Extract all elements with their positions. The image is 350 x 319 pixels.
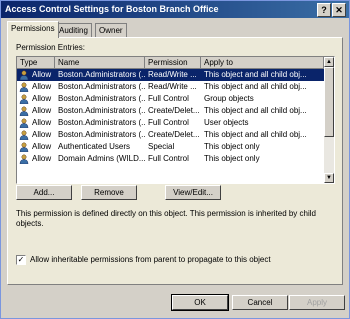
add-button[interactable]: Add... bbox=[16, 185, 72, 200]
cell-type: Allow bbox=[32, 154, 52, 163]
cell-apply-to: This object and all child obj... bbox=[204, 106, 307, 115]
window-title: Access Control Settings for Boston Branc… bbox=[5, 4, 219, 14]
cell-apply-to: This object and all child obj... bbox=[204, 70, 307, 79]
permissions-panel: Permission Entries: Type Name Permission… bbox=[7, 37, 343, 285]
cell-name: Domain Admins (WILD... bbox=[58, 154, 145, 163]
apply-button[interactable]: Apply bbox=[289, 295, 345, 310]
ok-button[interactable]: OK bbox=[171, 294, 229, 311]
cell-type: Allow bbox=[32, 82, 52, 91]
table-row[interactable]: Allow Boston.Administrators (... Read/Writ… bbox=[17, 81, 324, 93]
cell-name: Boston.Administrators (... bbox=[58, 118, 145, 127]
table-row[interactable]: Allow Boston.Administrators (... Create/De… bbox=[17, 105, 324, 117]
cell-type: Allow bbox=[32, 70, 52, 79]
close-button[interactable]: ✕ bbox=[332, 3, 346, 17]
cell-permission: Full Control bbox=[148, 94, 189, 103]
user-icon bbox=[19, 154, 29, 164]
cell-type: Allow bbox=[32, 130, 52, 139]
scroll-up-icon[interactable]: ▲ bbox=[324, 57, 334, 67]
cell-name: Boston.Administrators (... bbox=[58, 130, 145, 139]
table-row[interactable]: Allow Boston.Administrators (... Create/De… bbox=[17, 129, 324, 141]
view-edit-button[interactable]: View/Edit... bbox=[165, 185, 221, 200]
cell-permission: Full Control bbox=[148, 118, 189, 127]
cell-apply-to: This object and all child obj... bbox=[204, 82, 307, 91]
user-icon bbox=[19, 70, 29, 80]
column-header-type[interactable]: Type bbox=[17, 57, 55, 68]
cancel-button[interactable]: Cancel bbox=[232, 295, 288, 310]
cell-apply-to: This object only bbox=[204, 142, 260, 151]
user-icon bbox=[19, 106, 29, 116]
inherit-checkbox[interactable]: ✓ bbox=[16, 255, 26, 265]
title-bar: Access Control Settings for Boston Branc… bbox=[1, 1, 349, 18]
column-header-name[interactable]: Name bbox=[55, 57, 145, 68]
cell-type: Allow bbox=[32, 118, 52, 127]
cell-permission: Create/Delet... bbox=[148, 106, 200, 115]
table-row[interactable]: Allow Boston.Administrators (... Full Cont… bbox=[17, 117, 324, 129]
table-row[interactable]: Allow Boston.Administrators (... Full Cont… bbox=[17, 93, 324, 105]
cell-type: Allow bbox=[32, 94, 52, 103]
column-header-apply-to[interactable]: Apply to bbox=[201, 57, 324, 68]
permission-entries-label: Permission Entries: bbox=[16, 43, 85, 52]
scroll-thumb[interactable] bbox=[324, 67, 334, 137]
tab-owner[interactable]: Owner bbox=[95, 23, 127, 37]
cell-type: Allow bbox=[32, 142, 52, 151]
tab-auditing[interactable]: Auditing bbox=[55, 23, 92, 37]
column-header-permission[interactable]: Permission bbox=[145, 57, 201, 68]
tab-permissions[interactable]: Permissions bbox=[7, 21, 59, 38]
cell-name: Authenticated Users bbox=[58, 142, 131, 151]
user-icon bbox=[19, 82, 29, 92]
inherit-checkbox-label[interactable]: Allow inheritable permissions from paren… bbox=[30, 255, 271, 264]
permission-entries-list[interactable]: Type Name Permission Apply to Allow Bosto… bbox=[16, 56, 335, 184]
cell-permission: Read/Write ... bbox=[148, 82, 197, 91]
cell-permission: Special bbox=[148, 142, 175, 151]
remove-button[interactable]: Remove bbox=[81, 185, 137, 200]
cell-apply-to: This object only bbox=[204, 154, 260, 163]
table-row[interactable]: Allow Boston.Administrators (... Read/Writ… bbox=[17, 69, 324, 81]
cell-apply-to: This object and all child obj... bbox=[204, 130, 307, 139]
cell-name: Boston.Administrators (... bbox=[58, 94, 145, 103]
table-row[interactable]: Allow Domain Admins (WILD... Full Control T… bbox=[17, 153, 324, 165]
list-header: Type Name Permission Apply to bbox=[17, 57, 324, 69]
access-control-dialog: Access Control Settings for Boston Branc… bbox=[0, 0, 350, 319]
cell-permission: Create/Delet... bbox=[148, 130, 200, 139]
vertical-scrollbar[interactable]: ▲ ▼ bbox=[324, 57, 334, 183]
user-icon bbox=[19, 142, 29, 152]
cell-apply-to: Group objects bbox=[204, 94, 254, 103]
user-icon bbox=[19, 118, 29, 128]
cell-permission: Read/Write ... bbox=[148, 70, 197, 79]
checkmark-icon: ✓ bbox=[17, 255, 25, 264]
cell-name: Boston.Administrators (... bbox=[58, 82, 145, 91]
help-button[interactable]: ? bbox=[317, 3, 331, 17]
info-text: This permission is defined directly on t… bbox=[16, 209, 316, 228]
user-icon bbox=[19, 130, 29, 140]
user-icon bbox=[19, 94, 29, 104]
cell-type: Allow bbox=[32, 106, 52, 115]
cell-name: Boston.Administrators (... bbox=[58, 106, 145, 115]
cell-name: Boston.Administrators (... bbox=[58, 70, 145, 79]
cell-apply-to: User objects bbox=[204, 118, 249, 127]
scroll-down-icon[interactable]: ▼ bbox=[324, 173, 334, 183]
cell-permission: Full Control bbox=[148, 154, 189, 163]
table-row[interactable]: Allow Authenticated Users Special This obje… bbox=[17, 141, 324, 153]
